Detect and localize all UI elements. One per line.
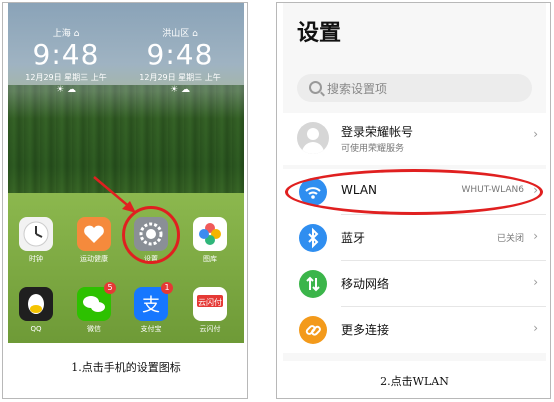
- notification-badge: 1: [161, 282, 173, 294]
- settings-row-more-connections[interactable]: 更多连接 ›: [283, 307, 546, 353]
- chevron-right-icon: ›: [533, 275, 538, 289]
- clock-time: 9:48: [146, 38, 214, 71]
- row-label: 蓝牙: [341, 231, 366, 245]
- bluetooth-icon: [299, 224, 327, 252]
- weather-icon: ☀ ☁: [56, 85, 76, 95]
- settings-row-bluetooth[interactable]: 蓝牙 已关闭 ›: [283, 215, 546, 261]
- app-alipay[interactable]: 支 1 支付宝: [129, 282, 173, 334]
- app-label: 时钟: [29, 255, 43, 263]
- chevron-right-icon: ›: [533, 127, 538, 141]
- phone-home-screen: 上海 ⌂ 9:48 12月29日 星期三 上午 ☀ ☁ 洪山区 ⌂ 9:48 1…: [8, 3, 244, 343]
- app-health[interactable]: 运动健康: [72, 217, 116, 264]
- search-placeholder: 搜索设置项: [327, 82, 388, 96]
- step1-caption: 1.点击手机的设置图标: [71, 361, 181, 374]
- account-row[interactable]: 登录荣耀帐号 可使用荣耀服务 ›: [283, 113, 546, 165]
- notification-badge: 5: [104, 282, 116, 294]
- gallery-flower-icon: [193, 217, 227, 251]
- chevron-right-icon: ›: [533, 321, 538, 335]
- search-icon: [309, 81, 322, 94]
- wechat-icon: 5: [77, 282, 116, 321]
- row-label: 更多连接: [341, 323, 390, 337]
- highlight-circle: [285, 169, 543, 215]
- settings-screen: 设置 搜索设置项 登录荣耀帐号 可使用荣耀服务 › WLAN WHUT-WLAN…: [283, 3, 546, 361]
- step1-panel: 上海 ⌂ 9:48 12月29日 星期三 上午 ☀ ☁ 洪山区 ⌂ 9:48 1…: [2, 2, 248, 399]
- step2-panel: 设置 搜索设置项 登录荣耀帐号 可使用荣耀服务 › WLAN WHUT-WLAN…: [276, 2, 551, 399]
- app-clock[interactable]: 时钟: [14, 217, 58, 264]
- clock-widget-shanghai: 上海 ⌂ 9:48 12月29日 星期三 上午 ☀ ☁: [16, 29, 116, 95]
- clock-date: 12月29日 星期三 上午: [25, 73, 107, 82]
- page-title: 设置: [297, 21, 342, 46]
- alipay-icon: 支 1: [134, 282, 173, 321]
- svg-text:支: 支: [142, 295, 160, 316]
- avatar: [297, 122, 329, 154]
- unionpay-icon: 云闪付: [193, 287, 227, 321]
- app-label: QQ: [30, 325, 42, 333]
- app-label: 运动健康: [80, 255, 108, 263]
- app-unionpay[interactable]: 云闪付 云闪付: [188, 287, 232, 334]
- row-label: 移动网络: [341, 277, 390, 291]
- row-value: 已关闭: [496, 234, 524, 244]
- account-subtitle: 可使用荣耀服务: [341, 144, 405, 154]
- app-label: 微信: [87, 325, 101, 333]
- app-label: 图库: [203, 255, 217, 263]
- svg-text:云闪付: 云闪付: [198, 297, 222, 307]
- qq-penguin-icon: [19, 287, 53, 321]
- clock-widget-hongshan: 洪山区 ⌂ 9:48 12月29日 星期三 上午 ☀ ☁: [130, 29, 230, 95]
- chevron-right-icon: ›: [533, 229, 538, 243]
- search-input[interactable]: 搜索设置项: [297, 74, 532, 102]
- clock-date: 12月29日 星期三 上午: [139, 73, 221, 82]
- app-gallery[interactable]: 图库: [188, 217, 232, 264]
- mobile-network-icon: [299, 270, 327, 298]
- clock-icon: [19, 217, 53, 251]
- clock-time: 9:48: [32, 38, 100, 71]
- app-wechat[interactable]: 5 微信: [72, 282, 116, 334]
- settings-row-mobile-network[interactable]: 移动网络 ›: [283, 261, 546, 307]
- more-connections-icon: [299, 316, 327, 344]
- app-label: 支付宝: [140, 325, 162, 333]
- app-label: 云闪付: [199, 325, 221, 333]
- account-title: 登录荣耀帐号: [341, 125, 414, 139]
- highlight-circle: [122, 206, 180, 264]
- weather-icon: ☀ ☁: [170, 85, 190, 95]
- step2-caption: 2.点击WLAN: [380, 375, 449, 388]
- app-qq[interactable]: QQ: [14, 287, 58, 334]
- health-heart-icon: [77, 217, 111, 251]
